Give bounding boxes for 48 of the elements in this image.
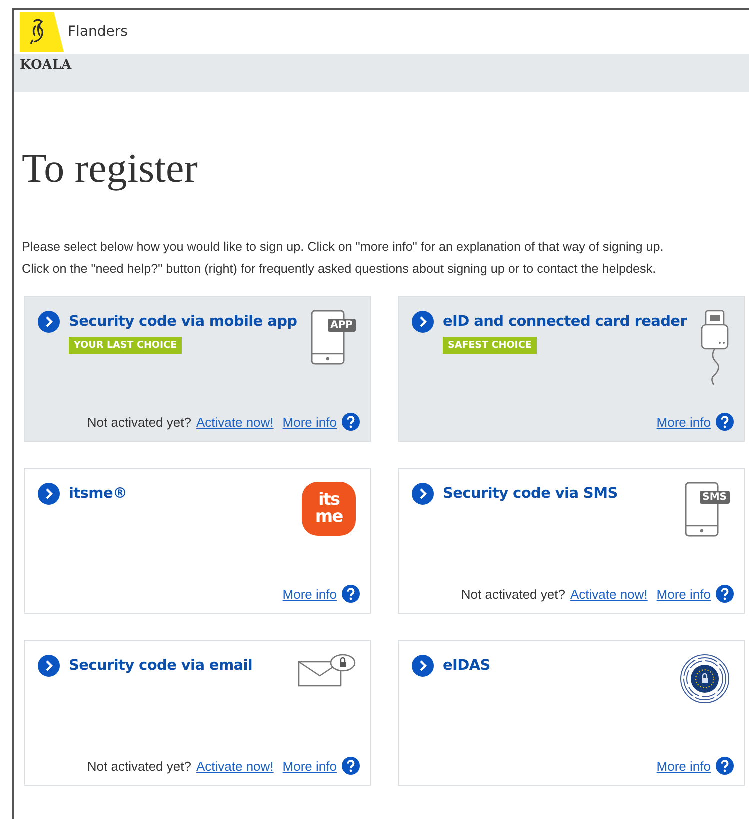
option-card[interactable]: eIDAS More info — [398, 640, 745, 786]
fingerprint-lock-icon — [680, 654, 730, 704]
speech-bubble-label: SMS — [700, 491, 730, 504]
help-icon[interactable] — [342, 413, 360, 431]
page-title: To register — [22, 144, 199, 192]
speech-bubble-label: APP — [328, 319, 356, 332]
activation-prompt: Not activated yet? — [87, 414, 192, 430]
option-title[interactable]: Security code via SMS — [443, 482, 618, 506]
option-card[interactable]: Security code via email Not activated yet? Activate now! More info — [24, 640, 371, 786]
option-title[interactable]: Security code via email — [69, 654, 253, 678]
activate-link[interactable]: Activate now! — [196, 758, 274, 774]
chevron-right-icon — [412, 311, 434, 333]
help-icon[interactable] — [716, 585, 734, 603]
activation-prompt: Not activated yet? — [461, 586, 566, 602]
more-info-link[interactable]: More info — [656, 758, 711, 774]
help-icon[interactable] — [342, 585, 360, 603]
option-title[interactable]: eID and connected card reader — [443, 310, 688, 334]
option-card[interactable]: Security code via SMS SMS Not activated yet? Activate now! More info — [398, 468, 745, 614]
option-title[interactable]: Security code via mobile app — [69, 310, 298, 334]
help-icon[interactable] — [342, 757, 360, 775]
chevron-right-icon — [38, 311, 60, 333]
itsme-logo-icon: its me — [302, 482, 356, 536]
help-icon[interactable] — [716, 757, 734, 775]
help-icon[interactable] — [716, 413, 734, 431]
brand-name: Flanders — [68, 24, 128, 40]
option-card[interactable]: Security code via mobile app YOUR LAST CHOICE APP Not activated yet? Activate now! More info — [24, 296, 371, 442]
more-info-link[interactable]: More info — [656, 586, 711, 602]
chevron-right-icon — [38, 483, 60, 505]
card-reader-icon — [700, 310, 730, 386]
choice-badge: SAFEST CHOICE — [443, 337, 537, 354]
option-card[interactable]: eID and connected card reader SAFEST CHOICE More info — [398, 296, 745, 442]
option-title[interactable]: eIDAS — [443, 654, 490, 678]
option-card[interactable]: itsme® its me More info — [24, 468, 371, 614]
more-info-link[interactable]: More info — [282, 758, 337, 774]
app-name: KOALA — [20, 58, 72, 73]
activate-link[interactable]: Activate now! — [570, 586, 648, 602]
activate-link[interactable]: Activate now! — [196, 414, 274, 430]
more-info-link[interactable]: More info — [282, 586, 337, 602]
more-info-link[interactable]: More info — [282, 414, 337, 430]
choice-badge: YOUR LAST CHOICE — [69, 337, 182, 354]
chevron-right-icon — [412, 655, 434, 677]
more-info-link[interactable]: More info — [656, 414, 711, 430]
intro-text: Please select below how you would like to sign up. Click on "more info" for an explanation of that way of signing up. Click on the "need help?" button (right) for frequently asked questions about signing up or to contact the helpdesk. — [22, 239, 665, 278]
activation-prompt: Not activated yet? — [87, 758, 192, 774]
chevron-right-icon — [412, 483, 434, 505]
chevron-right-icon — [38, 655, 60, 677]
option-title[interactable]: itsme® — [69, 482, 128, 506]
envelope-lock-icon — [298, 654, 356, 688]
